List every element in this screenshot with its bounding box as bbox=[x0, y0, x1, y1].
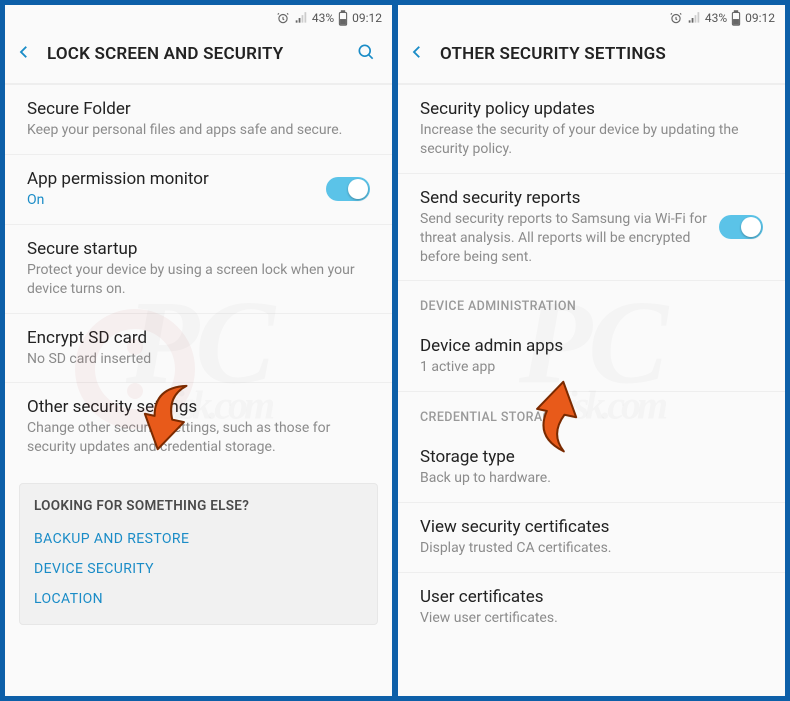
back-icon[interactable] bbox=[15, 43, 33, 65]
toggle-reports[interactable] bbox=[719, 215, 763, 239]
row-user-certificates[interactable]: User certificates View user certificates… bbox=[398, 572, 785, 642]
search-icon[interactable] bbox=[356, 42, 376, 66]
battery-icon bbox=[338, 10, 348, 26]
row-send-reports[interactable]: Send security reports Send security repo… bbox=[398, 173, 785, 281]
content: Secure Folder Keep your personal files a… bbox=[5, 77, 392, 637]
secure-startup-sub: Protect your device by using a screen lo… bbox=[27, 261, 370, 299]
battery-pct: 43% bbox=[705, 11, 727, 25]
secure-folder-label: Secure Folder bbox=[27, 99, 370, 119]
viewcert-sub: Display trusted CA certificates. bbox=[420, 539, 763, 558]
admin-apps-label: Device admin apps bbox=[420, 336, 763, 356]
other-label: Other security settings bbox=[27, 397, 370, 417]
signal-icon bbox=[294, 11, 308, 25]
content: Security policy updates Increase the sec… bbox=[398, 77, 785, 642]
row-secure-folder[interactable]: Secure Folder Keep your personal files a… bbox=[5, 84, 392, 154]
encrypt-label: Encrypt SD card bbox=[27, 328, 370, 348]
encrypt-sub: No SD card inserted bbox=[27, 350, 370, 369]
row-policy-updates[interactable]: Security policy updates Increase the sec… bbox=[398, 84, 785, 173]
link-backup-restore[interactable]: BACKUP AND RESTORE bbox=[34, 524, 363, 554]
storage-label: Storage type bbox=[420, 447, 763, 467]
usercert-label: User certificates bbox=[420, 587, 763, 607]
row-encrypt-sd[interactable]: Encrypt SD card No SD card inserted bbox=[5, 313, 392, 383]
usercert-sub: View user certificates. bbox=[420, 609, 763, 628]
toggle-app-perm[interactable] bbox=[326, 177, 370, 201]
alarm-icon bbox=[276, 11, 290, 25]
row-view-certificates[interactable]: View security certificates Display trust… bbox=[398, 502, 785, 572]
viewcert-label: View security certificates bbox=[420, 517, 763, 537]
row-secure-startup[interactable]: Secure startup Protect your device by us… bbox=[5, 224, 392, 313]
alarm-icon bbox=[669, 11, 683, 25]
page-title: OTHER SECURITY SETTINGS bbox=[440, 44, 775, 64]
secure-folder-sub: Keep your personal files and apps safe a… bbox=[27, 121, 370, 140]
section-device-admin: DEVICE ADMINISTRATION bbox=[398, 280, 785, 322]
row-admin-apps[interactable]: Device admin apps 1 active app bbox=[398, 322, 785, 391]
row-other-security[interactable]: Other security settings Change other sec… bbox=[5, 382, 392, 471]
reports-sub: Send security reports to Samsung via Wi-… bbox=[420, 210, 709, 267]
reports-label: Send security reports bbox=[420, 188, 709, 208]
app-bar: OTHER SECURITY SETTINGS bbox=[398, 31, 785, 77]
app-perm-state: On bbox=[27, 191, 316, 210]
back-icon[interactable] bbox=[408, 43, 426, 65]
signal-icon bbox=[687, 11, 701, 25]
link-location[interactable]: LOCATION bbox=[34, 584, 363, 614]
status-bar: 43% 09:12 bbox=[5, 5, 392, 31]
looking-header: LOOKING FOR SOMETHING ELSE? bbox=[34, 498, 363, 514]
row-app-permission-monitor[interactable]: App permission monitor On bbox=[5, 154, 392, 224]
clock: 09:12 bbox=[352, 11, 382, 25]
battery-pct: 43% bbox=[312, 11, 334, 25]
other-sub: Change other security settings, such as … bbox=[27, 419, 370, 457]
status-bar: 43% 09:12 bbox=[398, 5, 785, 31]
app-bar: LOCK SCREEN AND SECURITY bbox=[5, 31, 392, 77]
screen-left: PCrisk.com 43% 09:12 LOCK SCREEN AND SEC… bbox=[4, 4, 393, 697]
app-perm-label: App permission monitor bbox=[27, 169, 316, 189]
looking-card: LOOKING FOR SOMETHING ELSE? BACKUP AND R… bbox=[19, 483, 378, 625]
section-credential-storage: CREDENTIAL STORAGE bbox=[398, 391, 785, 433]
secure-startup-label: Secure startup bbox=[27, 239, 370, 259]
page-title: LOCK SCREEN AND SECURITY bbox=[47, 44, 342, 64]
policy-label: Security policy updates bbox=[420, 99, 763, 119]
screen-right: PCrisk.com 43% 09:12 OTHER SECURITY SETT… bbox=[397, 4, 786, 697]
storage-sub: Back up to hardware. bbox=[420, 469, 763, 488]
admin-apps-sub: 1 active app bbox=[420, 358, 763, 377]
link-device-security[interactable]: DEVICE SECURITY bbox=[34, 554, 363, 584]
policy-sub: Increase the security of your device by … bbox=[420, 121, 763, 159]
row-storage-type[interactable]: Storage type Back up to hardware. bbox=[398, 433, 785, 502]
clock: 09:12 bbox=[745, 11, 775, 25]
battery-icon bbox=[731, 10, 741, 26]
